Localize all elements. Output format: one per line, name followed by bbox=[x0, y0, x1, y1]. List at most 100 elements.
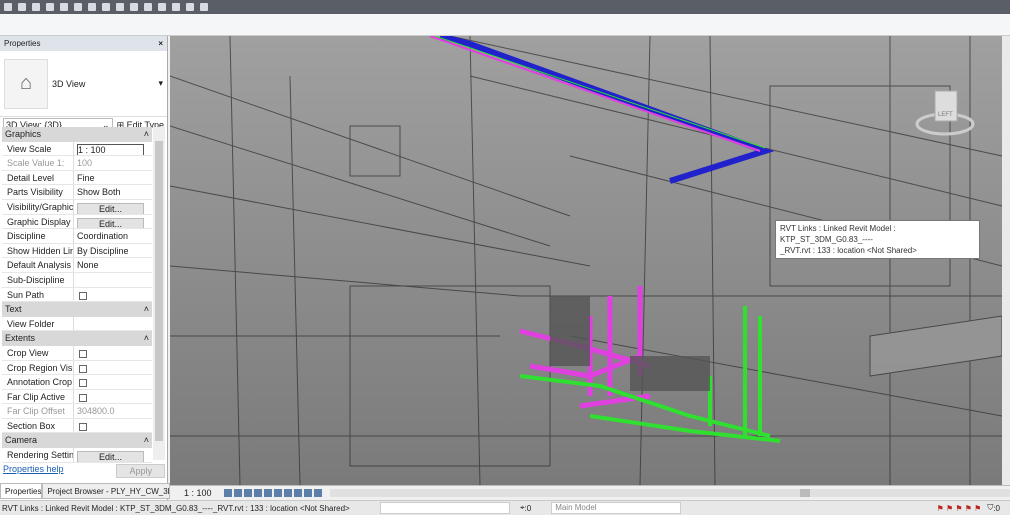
status-bar: RVT Links : Linked Revit Model : KTP_ST_… bbox=[0, 500, 1010, 515]
svg-text:LEFT: LEFT bbox=[938, 112, 953, 118]
house-3d-icon: ⌂ bbox=[4, 58, 48, 109]
property-label: Far Clip Active bbox=[2, 389, 74, 404]
section-label: Text bbox=[5, 304, 22, 315]
property-label: Sun Path bbox=[2, 287, 74, 302]
property-label: Detail Level bbox=[2, 170, 74, 185]
property-value[interactable]: 100 bbox=[74, 156, 152, 170]
lock-view-icon[interactable] bbox=[293, 488, 302, 497]
model-wireframe: LEFT bbox=[170, 36, 1002, 485]
status-text: RVT Links : Linked Revit Model : KTP_ST_… bbox=[2, 503, 350, 513]
selection-count: :0 bbox=[524, 503, 532, 513]
property-label: Scale Value 1: bbox=[2, 156, 74, 170]
properties-scrollbar[interactable] bbox=[153, 127, 165, 460]
ribbon-area bbox=[0, 14, 1010, 36]
property-label: Discipline bbox=[2, 229, 74, 243]
checkbox[interactable] bbox=[79, 422, 87, 431]
collapse-icon[interactable]: ˄ bbox=[144, 304, 149, 315]
section-label: Camera bbox=[5, 435, 38, 446]
crop-region-icon[interactable] bbox=[283, 488, 292, 497]
checkbox[interactable] bbox=[79, 379, 87, 388]
tooltip-line: _RVT.rvt : 133 : location <Not Shared> bbox=[780, 246, 917, 255]
property-value[interactable]: Fine bbox=[74, 171, 152, 185]
crop-icon[interactable] bbox=[273, 488, 282, 497]
property-row: View Scale 1 : 100 bbox=[2, 141, 152, 157]
apply-button[interactable]: Apply bbox=[116, 464, 165, 478]
tab-project-browser[interactable]: Project Browser - PLY_HY_CW_3D... bbox=[42, 483, 170, 499]
property-label: Crop View bbox=[2, 345, 74, 360]
hide-isolate-icon[interactable] bbox=[303, 488, 312, 497]
property-row: Far Clip Active bbox=[2, 389, 152, 405]
chevron-down-icon[interactable]: ▾ bbox=[158, 78, 167, 89]
property-value[interactable]: 304800.0 bbox=[74, 404, 152, 418]
properties-title: Properties bbox=[4, 39, 41, 48]
section-header[interactable]: Camera ˄ bbox=[2, 433, 152, 449]
detail-level-icon[interactable] bbox=[223, 488, 232, 497]
filter-count: :0 bbox=[993, 503, 1000, 513]
reveal-hidden-icon[interactable] bbox=[313, 488, 322, 497]
section-label: Extents bbox=[5, 333, 36, 344]
selection-toggle-icons[interactable]: ⚑ ⚑ ⚑ ⚑ ⚑ bbox=[937, 504, 982, 513]
section-header[interactable]: Extents ˄ bbox=[2, 331, 152, 346]
visual-style-icon[interactable] bbox=[233, 488, 242, 497]
properties-help-link[interactable]: Properties help bbox=[3, 464, 64, 478]
type-selector[interactable]: ⌂ 3D View ▾ bbox=[0, 51, 167, 117]
checkbox[interactable] bbox=[79, 393, 87, 402]
property-label: Default Analysis ... bbox=[2, 258, 74, 272]
checkbox[interactable] bbox=[79, 291, 87, 300]
collapse-icon[interactable]: ˄ bbox=[144, 129, 149, 140]
render-icon[interactable] bbox=[263, 488, 272, 497]
property-label: Rendering Settings bbox=[2, 448, 74, 462]
property-row: Visibility/Graphic... Edit... bbox=[2, 199, 152, 215]
checkbox[interactable] bbox=[79, 349, 87, 358]
property-label: View Folder bbox=[2, 316, 74, 331]
property-row: Detail Level Fine bbox=[2, 170, 152, 186]
collapse-icon[interactable]: ˄ bbox=[144, 333, 149, 344]
workset-dropdown[interactable] bbox=[380, 502, 510, 514]
property-value[interactable]: None bbox=[74, 258, 152, 272]
property-label: Show Hidden Lines bbox=[2, 243, 74, 258]
3d-viewport[interactable]: LEFT bbox=[170, 36, 1002, 485]
property-row: Show Hidden LinesBy Discipline bbox=[2, 243, 152, 259]
viewport-nav-bar[interactable] bbox=[1002, 36, 1010, 485]
shadows-icon[interactable] bbox=[253, 488, 262, 497]
type-name: 3D View bbox=[52, 78, 86, 89]
property-row: View Folder bbox=[2, 316, 152, 332]
quick-access-toolbar[interactable] bbox=[0, 0, 1010, 14]
property-label: Sub-Discipline bbox=[2, 272, 74, 287]
view-control-bar: 1 : 100 bbox=[170, 485, 1010, 499]
close-icon[interactable]: × bbox=[158, 39, 163, 48]
property-row: Graphic Display ... Edit... bbox=[2, 214, 152, 230]
sun-path-icon[interactable] bbox=[243, 488, 252, 497]
tab-properties[interactable]: Properties bbox=[0, 483, 43, 499]
property-value[interactable] bbox=[74, 273, 152, 287]
view-scale-input[interactable]: 1 : 100 bbox=[77, 143, 144, 156]
property-row: Default Analysis ... None bbox=[2, 258, 152, 273]
property-label: Far Clip Offset bbox=[2, 404, 74, 418]
collapse-icon[interactable]: ˄ bbox=[144, 435, 149, 446]
edit-button[interactable]: Edit... bbox=[77, 202, 144, 214]
property-row: Crop View bbox=[2, 345, 152, 361]
section-label: Graphics bbox=[5, 129, 42, 139]
design-options-dropdown[interactable]: Main Model bbox=[551, 502, 682, 514]
properties-grid: Graphics ˄ View Scale 1 : 100 Scale Value 1:… bbox=[2, 127, 152, 463]
property-value[interactable]: Show Both bbox=[74, 185, 152, 199]
property-label: Graphic Display ... bbox=[2, 214, 74, 229]
property-row: Sub-Discipline bbox=[2, 272, 152, 288]
property-value[interactable]: Coordination bbox=[74, 229, 152, 243]
horizontal-scrollbar[interactable] bbox=[329, 488, 1010, 497]
property-label: View Scale bbox=[2, 141, 74, 156]
section-header[interactable]: Text ˄ bbox=[2, 302, 152, 317]
property-label: Parts Visibility bbox=[2, 185, 74, 199]
property-label: Annotation Crop bbox=[2, 375, 74, 389]
property-row: Parts Visibility Show Both bbox=[2, 185, 152, 200]
property-row: Scale Value 1: 100 bbox=[2, 156, 152, 171]
property-label: Crop Region Visi... bbox=[2, 360, 74, 375]
view-scale[interactable]: 1 : 100 bbox=[184, 488, 212, 498]
edit-button[interactable]: Edit... bbox=[77, 217, 144, 229]
section-header[interactable]: Graphics ˄ bbox=[2, 127, 152, 142]
property-row: Sun Path bbox=[2, 287, 152, 303]
property-value[interactable]: By Discipline bbox=[74, 244, 152, 258]
property-value[interactable] bbox=[74, 317, 152, 331]
property-row: Crop Region Visi... bbox=[2, 360, 152, 376]
checkbox[interactable] bbox=[79, 364, 87, 373]
